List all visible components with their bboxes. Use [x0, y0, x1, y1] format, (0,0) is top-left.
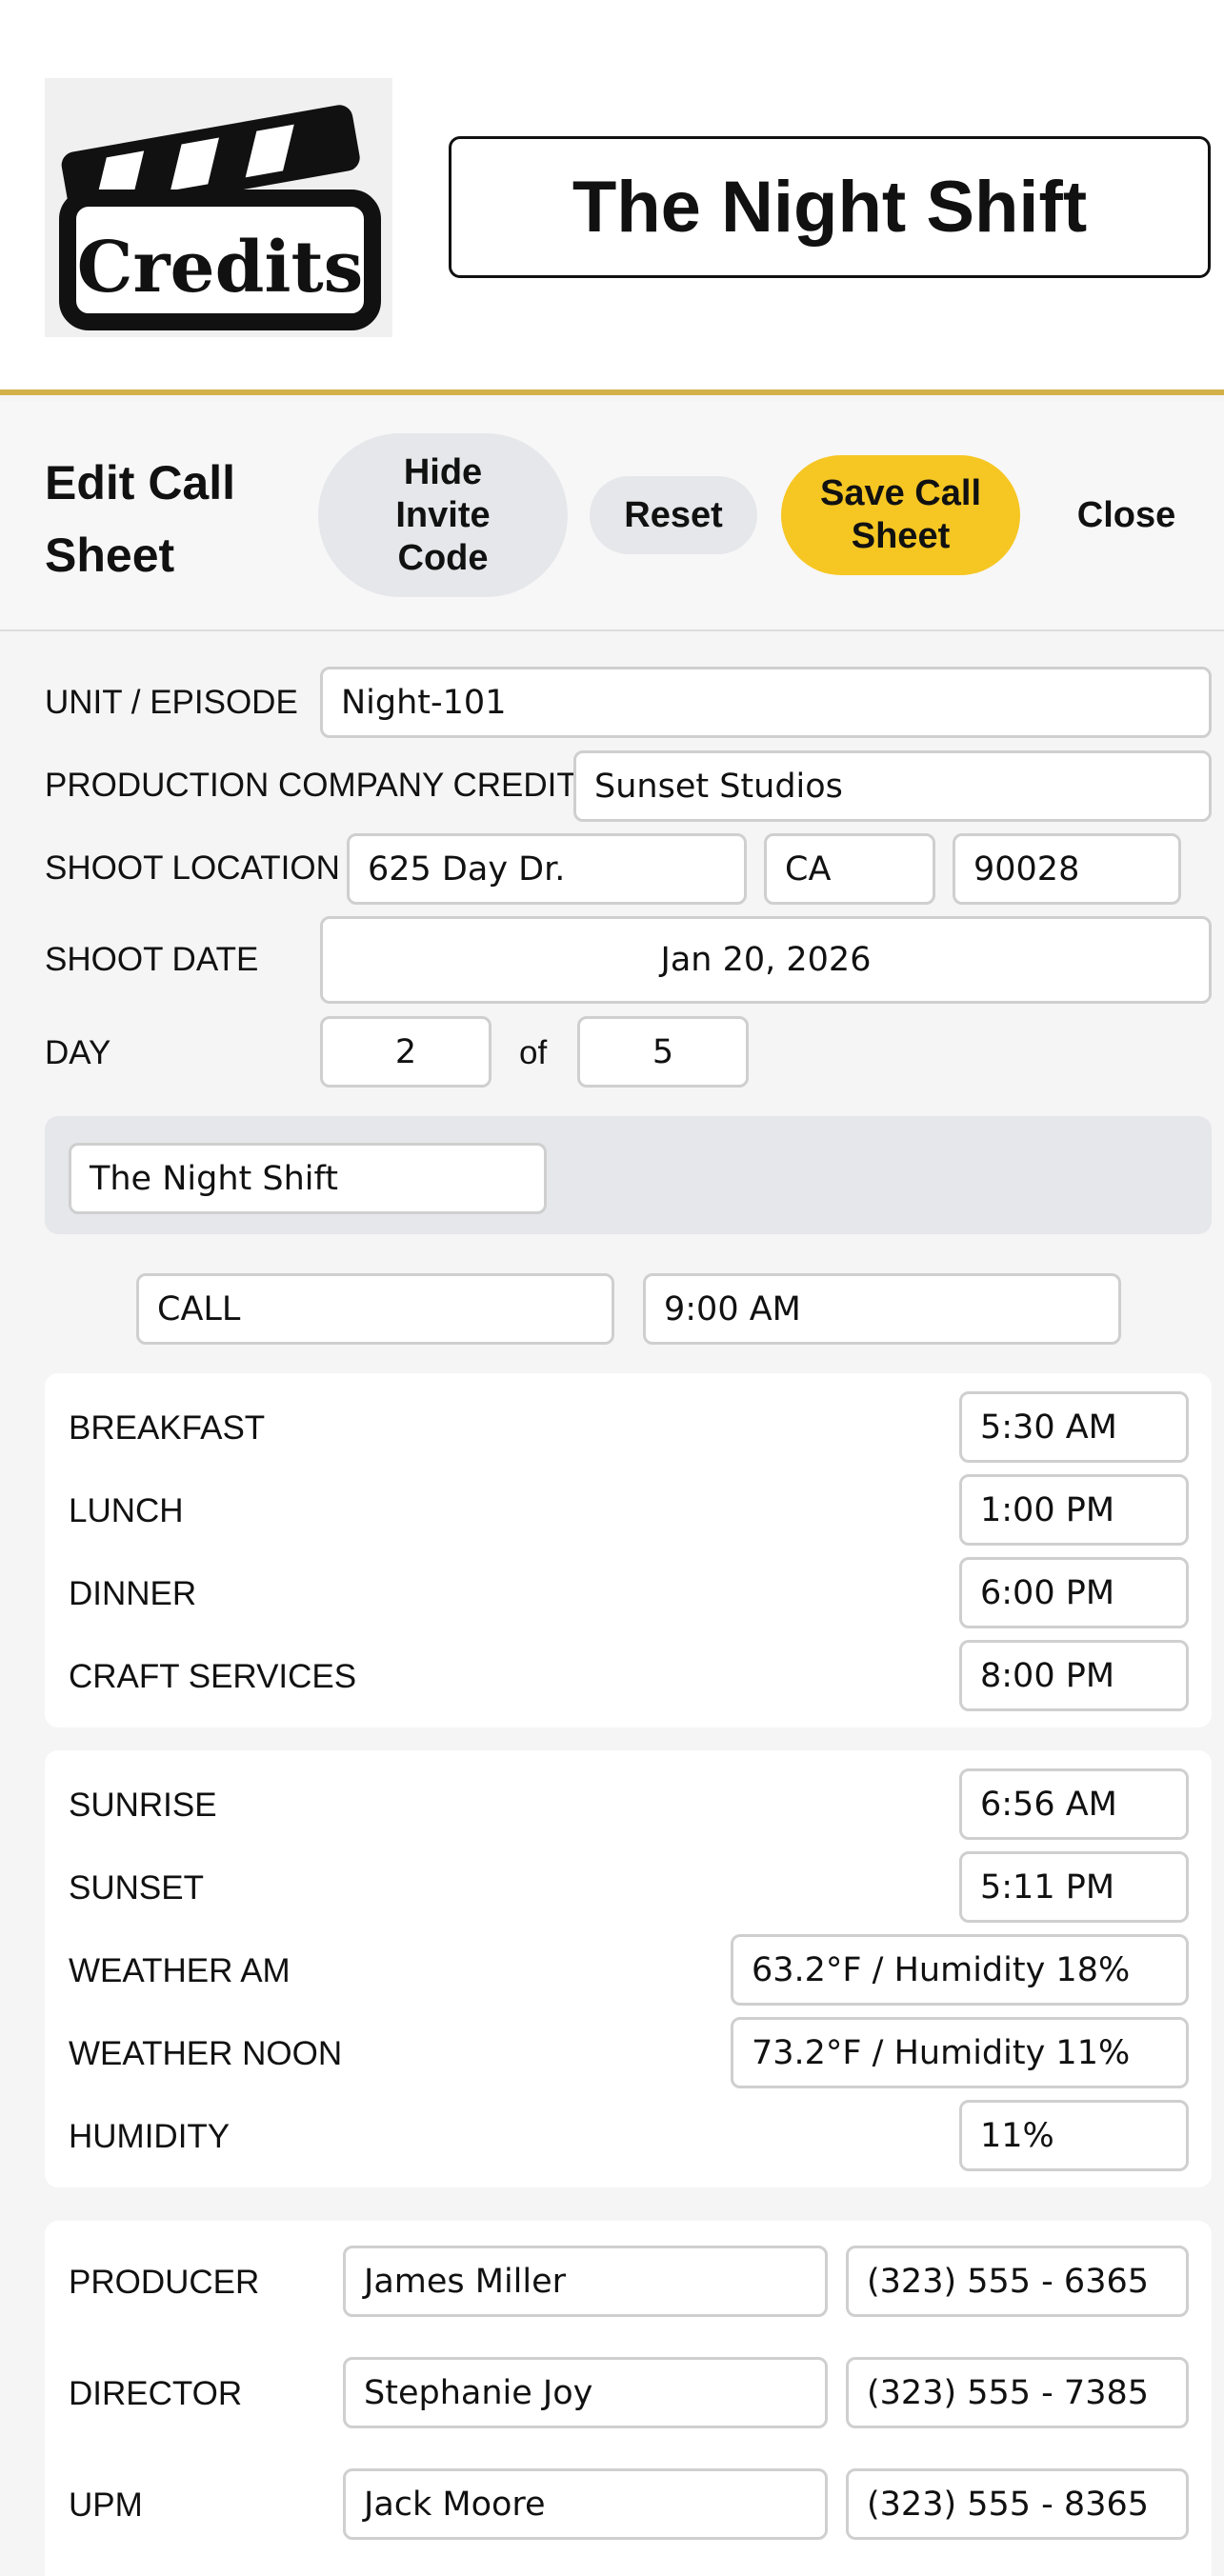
shoot-location-label: SHOOT LOCATION: [45, 849, 340, 887]
day-total-input[interactable]: 5: [577, 1016, 749, 1088]
call-sheet-title-input[interactable]: The Night Shift: [69, 1143, 547, 1214]
upm-phone-input[interactable]: (323) 555 - 8365: [846, 2468, 1189, 2540]
meal-time-lunch-input[interactable]: 1:00 PM: [959, 1474, 1189, 1546]
meal-time-dinner-input[interactable]: 6:00 PM: [959, 1557, 1189, 1628]
contact-role-director: DIRECTOR: [69, 2375, 243, 2412]
production-company-label: PRODUCTION COMPANY CREDIT: [45, 767, 577, 804]
credits-logo: Credits: [45, 78, 392, 337]
director-name-input[interactable]: Stephanie Joy: [343, 2357, 828, 2428]
sunset-input[interactable]: 5:11 PM: [959, 1851, 1189, 1923]
meal-label-lunch: LUNCH: [69, 1492, 184, 1529]
shoot-date-label: SHOOT DATE: [45, 941, 259, 978]
upm-name-input[interactable]: Jack Moore: [343, 2468, 828, 2540]
location-address-input[interactable]: 625 Day Dr.: [347, 833, 747, 905]
shoot-date-input[interactable]: Jan 20, 2026: [320, 916, 1212, 1004]
svg-text:Credits: Credits: [77, 227, 364, 309]
call-label-input[interactable]: CALL: [136, 1273, 614, 1345]
unit-episode-label: UNIT / EPISODE: [45, 684, 298, 721]
weather-noon-label: WEATHER NOON: [69, 2035, 343, 2072]
sunrise-label: SUNRISE: [69, 1787, 217, 1824]
weather-noon-input[interactable]: 73.2°F / Humidity 11%: [731, 2017, 1189, 2088]
location-zip-input[interactable]: 90028: [953, 833, 1181, 905]
meal-time-breakfast-input[interactable]: 5:30 AM: [959, 1391, 1189, 1463]
humidity-label: HUMIDITY: [69, 2118, 231, 2155]
sunset-label: SUNSET: [69, 1869, 204, 1907]
weather-am-label: WEATHER AM: [69, 1952, 291, 1989]
producer-name-input[interactable]: James Miller: [343, 2246, 828, 2317]
day-number-input[interactable]: 2: [320, 1016, 492, 1088]
page-title: Edit Call Sheet: [45, 456, 236, 582]
production-company-input[interactable]: Sunset Studios: [573, 750, 1212, 822]
reset-button[interactable]: Reset: [590, 476, 757, 554]
contact-role-upm: UPM: [69, 2486, 143, 2524]
weather-am-input[interactable]: 63.2°F / Humidity 18%: [731, 1934, 1189, 2006]
close-button[interactable]: Close: [1048, 476, 1205, 554]
meal-label-dinner: DINNER: [69, 1575, 197, 1612]
save-call-sheet-button[interactable]: Save Call Sheet: [781, 455, 1020, 575]
app-header: Credits The Night Shift: [0, 0, 1224, 395]
meal-time-craft-services-input[interactable]: 8:00 PM: [959, 1640, 1189, 1711]
producer-phone-input[interactable]: (323) 555 - 6365: [846, 2246, 1189, 2317]
humidity-input[interactable]: 11%: [959, 2100, 1189, 2171]
production-title: The Night Shift: [449, 136, 1211, 278]
director-phone-input[interactable]: (323) 555 - 7385: [846, 2357, 1189, 2428]
unit-episode-input[interactable]: Night-101: [320, 667, 1212, 738]
day-label: DAY: [45, 1034, 111, 1071]
toolbar: Edit Call Sheet Hide Invite Code Reset S…: [0, 401, 1224, 631]
meal-label-craft-services: CRAFT SERVICES: [69, 1658, 357, 1695]
contact-role-producer: PRODUCER: [69, 2264, 260, 2301]
call-time-input[interactable]: 9:00 AM: [643, 1273, 1121, 1345]
hide-invite-code-button[interactable]: Hide Invite Code: [318, 433, 568, 597]
meal-label-breakfast: BREAKFAST: [69, 1409, 266, 1447]
day-of-text: of: [519, 1034, 548, 1071]
sunrise-input[interactable]: 6:56 AM: [959, 1768, 1189, 1840]
location-state-input[interactable]: CA: [764, 833, 935, 905]
